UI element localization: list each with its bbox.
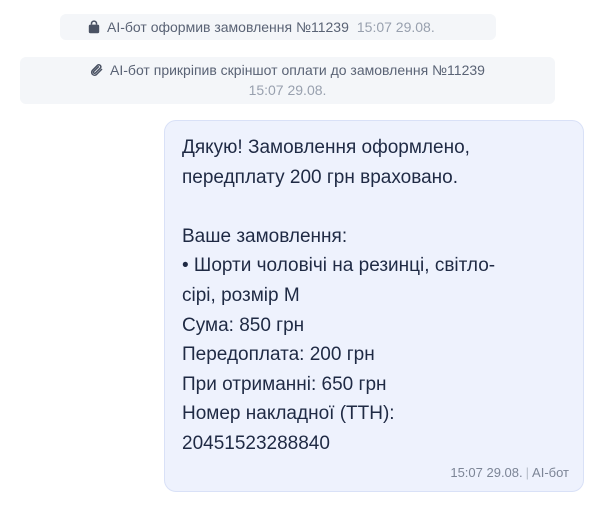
message-time: 15:07 29.08. — [450, 465, 523, 480]
event-time: 15:07 29.08. — [248, 82, 327, 98]
event-text: AI-бот прикріпив скріншот оплати до замо… — [110, 62, 485, 78]
message-line: Сума: 850 грн — [182, 314, 305, 336]
shopping-bag-icon — [87, 20, 101, 34]
message-line: Ваше замовлення: — [182, 225, 348, 247]
message-line: • Шорти чоловічі на резинці, світло- — [182, 255, 496, 277]
message-line: Передоплата: 200 грн — [182, 344, 375, 366]
message-line: Номер накладної (ТТН): — [182, 403, 395, 425]
message-line — [182, 192, 567, 222]
message-line: передплату 200 грн враховано. — [182, 166, 458, 188]
message-line: 20451523288840 — [182, 432, 330, 454]
message-meta: 15:07 29.08. | AI-бот — [450, 465, 569, 481]
event-time: 15:07 29.08. — [356, 19, 435, 35]
message-line: сірі, розмір M — [182, 284, 300, 306]
order-created-event: AI-бот оформив замовлення №11239 15:07 29… — [60, 14, 496, 40]
message-line: При отриманні: 650 грн — [182, 373, 387, 395]
message-line: Дякую! Замовлення оформлено, — [182, 137, 470, 158]
paperclip-icon — [90, 63, 104, 77]
payment-screenshot-event: AI-бот прикріпив скріншот оплати до замо… — [20, 57, 555, 104]
event-text: AI-бот оформив замовлення №11239 — [107, 19, 349, 35]
bot-message-bubble: Дякую! Замовлення оформлено, передплату … — [164, 120, 584, 492]
message-sender: AI-бот — [532, 465, 569, 480]
meta-separator: | — [525, 465, 530, 480]
